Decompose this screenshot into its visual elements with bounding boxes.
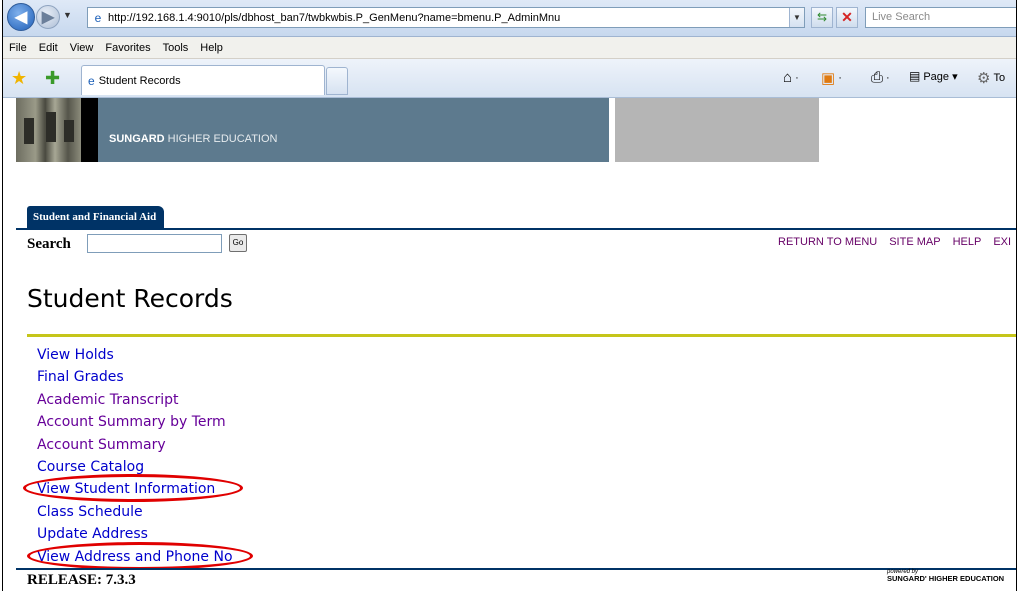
tab-student-financial-aid[interactable]: Student and Financial Aid — [27, 206, 165, 228]
banner-gray-block — [615, 98, 819, 162]
powered-by-logo: powered by SUNGARD' HIGHER EDUCATION — [887, 569, 1005, 583]
campus-photo — [16, 98, 81, 162]
tools-menu[interactable]: ⚙ To — [977, 69, 1005, 87]
menu-tools[interactable]: Tools — [163, 42, 189, 54]
link-final-grades[interactable]: Final Grades — [37, 366, 233, 388]
menu-view[interactable]: View — [70, 42, 94, 54]
menu-bar: File Edit View Favorites Tools Help — [3, 37, 1016, 59]
exit-link[interactable]: EXI — [993, 236, 1011, 248]
page-menu[interactable]: ▤ Page ▾ — [909, 69, 958, 83]
refresh-icon[interactable]: ⇆ — [811, 7, 833, 28]
add-favorite-icon[interactable]: ✚ — [45, 68, 60, 89]
menu-link-list: View Holds Final Grades Academic Transcr… — [37, 344, 233, 568]
return-to-menu-link[interactable]: RETURN TO MENU — [778, 236, 877, 248]
menu-edit[interactable]: Edit — [39, 42, 58, 54]
menu-favorites[interactable]: Favorites — [105, 42, 150, 54]
search-label: Search — [27, 236, 71, 252]
menu-file[interactable]: File — [9, 42, 27, 54]
url-text: http://192.168.1.4:9010/pls/dbhost_ban7/… — [108, 11, 561, 24]
release-label: RELEASE: 7.3.3 — [27, 572, 136, 588]
site-map-link[interactable]: SITE MAP — [889, 236, 940, 248]
menu-help[interactable]: Help — [200, 42, 223, 54]
tab-student-records[interactable]: e Student Records — [81, 65, 325, 95]
live-search-input[interactable]: Live Search — [865, 7, 1016, 28]
banner-divider — [81, 98, 98, 162]
help-link[interactable]: HELP — [953, 236, 982, 248]
brand-logo: SUNGARD HIGHER EDUCATION — [109, 133, 278, 145]
go-button[interactable]: Go — [229, 234, 247, 252]
link-academic-transcript[interactable]: Academic Transcript — [37, 389, 233, 411]
feeds-icon[interactable]: ▣ · — [821, 69, 842, 87]
title-rule — [27, 334, 1016, 337]
search-input[interactable] — [87, 234, 222, 253]
tab-bar: ★ ✚ e Student Records ⌂ · ▣ · ⎙ · ▤ Page ▾ ⚙… — [3, 59, 1016, 98]
stop-icon[interactable]: ✕ — [836, 7, 858, 28]
browser-window: ◀ ▶ ▼ e http://192.168.1.4:9010/pls/dbho… — [2, 0, 1017, 591]
link-class-schedule[interactable]: Class Schedule — [37, 501, 233, 523]
header-banner: SUNGARD HIGHER EDUCATION — [16, 98, 609, 162]
new-tab-button[interactable] — [326, 67, 348, 95]
tab-underline — [16, 228, 1016, 230]
url-field[interactable]: e http://192.168.1.4:9010/pls/dbhost_ban… — [87, 7, 805, 28]
home-icon[interactable]: ⌂ · — [783, 69, 799, 86]
top-links: RETURN TO MENU SITE MAP HELP EXI — [778, 236, 1016, 248]
favorites-star-icon[interactable]: ★ — [11, 68, 27, 89]
tab-title: Student Records — [98, 74, 181, 87]
ie-page-icon: e — [88, 73, 95, 88]
back-icon[interactable]: ◀ — [7, 3, 35, 31]
link-account-summary-by-term[interactable]: Account Summary by Term — [37, 411, 233, 433]
page-icon: e — [94, 10, 102, 25]
url-dropdown-icon[interactable]: ▼ — [789, 8, 804, 27]
annotation-circle-student-info — [23, 474, 243, 502]
link-view-holds[interactable]: View Holds — [37, 344, 233, 366]
address-bar: ◀ ▶ ▼ e http://192.168.1.4:9010/pls/dbho… — [3, 0, 1016, 37]
history-dropdown-icon[interactable]: ▼ — [63, 10, 72, 20]
link-account-summary[interactable]: Account Summary — [37, 434, 233, 456]
annotation-circle-address-phone — [27, 542, 253, 570]
footer-rule — [16, 568, 1016, 570]
forward-icon[interactable]: ▶ — [36, 5, 60, 29]
print-icon[interactable]: ⎙ · — [871, 69, 890, 86]
page-title: Student Records — [27, 284, 233, 313]
